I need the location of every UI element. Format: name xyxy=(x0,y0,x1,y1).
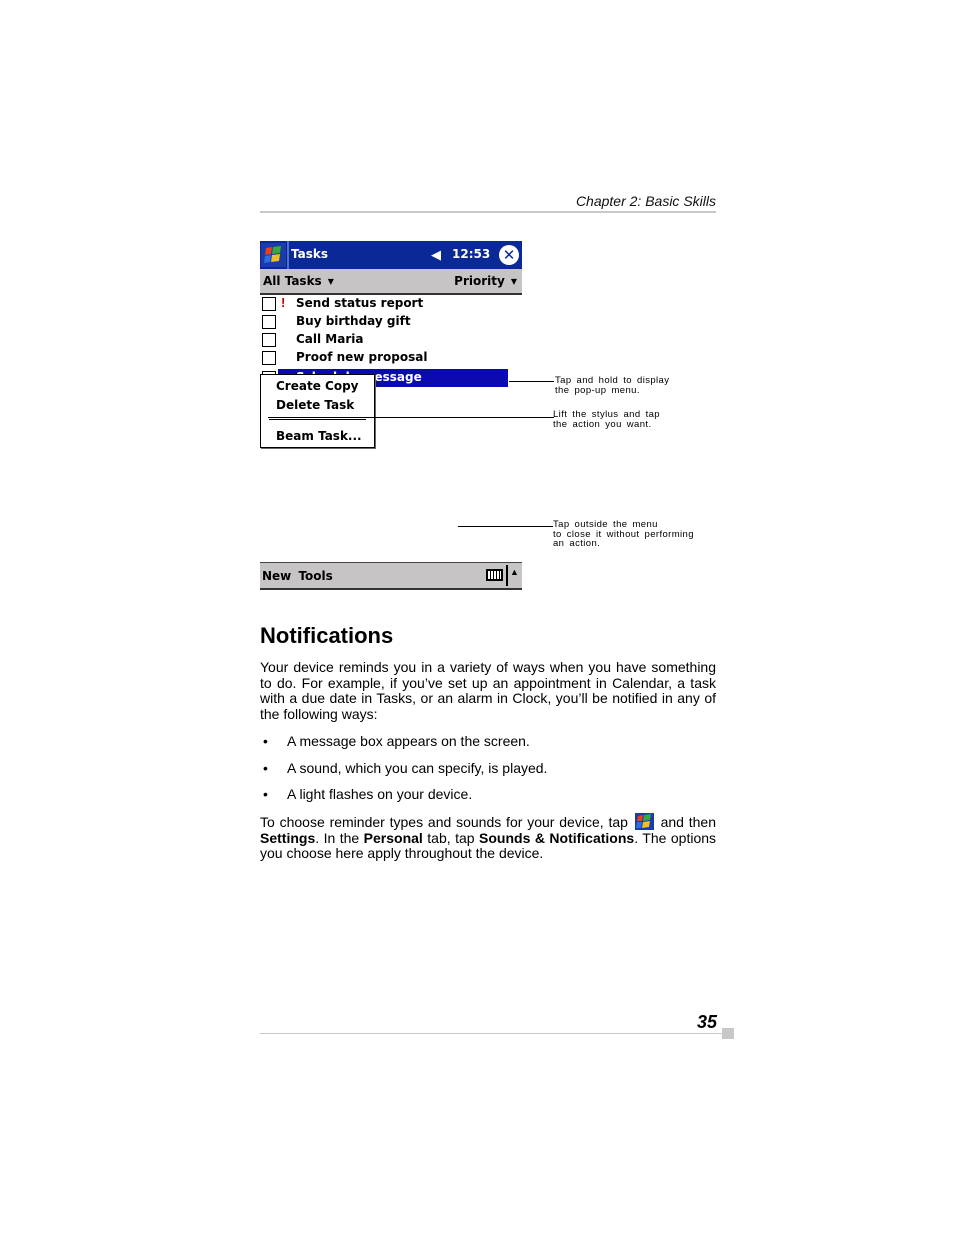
menu-separator xyxy=(269,419,366,420)
callout-text: the pop-up menu. xyxy=(555,384,640,396)
callout-lift-stylus: Lift the stylus and tap the action you w… xyxy=(553,410,660,429)
category-label: All Tasks xyxy=(263,274,322,288)
close-icon[interactable]: ✕ xyxy=(499,245,519,265)
speaker-icon[interactable]: ◀︎ xyxy=(431,247,441,263)
title-bar: Tasks ◀︎ 12:53 ✕ xyxy=(260,241,522,269)
chevron-down-icon: ▼ xyxy=(510,277,517,286)
keyboard-icon[interactable] xyxy=(486,569,503,581)
term-personal: Personal xyxy=(363,829,423,846)
callout-line xyxy=(458,526,553,527)
title-separator xyxy=(287,241,289,269)
callout-text: an action. xyxy=(553,538,601,549)
sort-dropdown[interactable]: Priority ▼ xyxy=(454,274,517,288)
callout-text: the action you want. xyxy=(553,418,652,430)
section-title: Notifications xyxy=(260,623,394,648)
menu-new-tools[interactable]: New Tools xyxy=(262,569,333,583)
intro-paragraph: Your device reminds you in a variety of … xyxy=(260,659,716,722)
windows-flag-icon[interactable] xyxy=(261,243,286,267)
task-checkbox[interactable] xyxy=(262,297,276,311)
task-checkbox[interactable] xyxy=(262,351,276,365)
term-sounds-notifications: Sounds & Notifications xyxy=(479,829,635,846)
callout-tap-hold: Tap and hold to display the pop-up menu. xyxy=(555,376,669,395)
text-run: . In the xyxy=(315,829,360,846)
app-title: Tasks xyxy=(291,247,329,261)
term-settings: Settings xyxy=(260,829,316,846)
task-label: Send status report xyxy=(296,296,424,310)
bullet-marker: • xyxy=(263,786,268,802)
bullet-marker: • xyxy=(263,760,268,776)
menu-bar: New Tools ▲ xyxy=(260,562,522,590)
high-priority-icon: ! xyxy=(281,295,286,310)
task-row[interactable]: Buy birthday gift xyxy=(260,313,522,331)
page-number: 35 xyxy=(696,1012,717,1032)
text-run: tab, tap xyxy=(427,829,475,846)
closing-paragraph: To choose reminder types and sounds for … xyxy=(260,813,716,862)
menu-item-create-copy[interactable]: Create Copy xyxy=(276,379,358,393)
pda-screen: Tasks ◀︎ 12:53 ✕ All Tasks ▼ Priority ▼ ! … xyxy=(260,241,522,590)
header-rule xyxy=(260,211,716,213)
task-checkbox[interactable] xyxy=(262,315,276,329)
task-row[interactable]: Call Maria xyxy=(260,331,522,349)
callout-tap-outside: Tap outside the menu to close it without… xyxy=(553,520,694,549)
category-dropdown[interactable]: All Tasks ▼ xyxy=(263,274,334,288)
task-row[interactable]: Proof new proposal xyxy=(260,349,522,367)
bullet-item: A light flashes on your device. xyxy=(287,786,473,802)
menu-item-delete-task[interactable]: Delete Task xyxy=(276,398,354,412)
bullet-item: A sound, which you can specify, is playe… xyxy=(287,760,548,776)
task-checkbox[interactable] xyxy=(262,333,276,347)
task-label: Proof new proposal xyxy=(296,350,428,364)
popup-menu: Create Copy Delete Task Beam Task... xyxy=(260,374,375,448)
clock[interactable]: 12:53 xyxy=(452,247,490,261)
text-run: To choose reminder types and sounds for … xyxy=(260,814,628,830)
arrow-up-icon[interactable]: ▲ xyxy=(510,567,519,577)
task-label: Buy birthday gift xyxy=(296,314,411,328)
bullet-item: A message box appears on the screen. xyxy=(287,733,530,749)
filter-bar: All Tasks ▼ Priority ▼ xyxy=(260,269,522,295)
menu-item-beam-task[interactable]: Beam Task... xyxy=(276,429,362,443)
sort-label: Priority xyxy=(454,274,505,288)
chapter-header: Chapter 2: Basic Skills xyxy=(575,193,716,209)
callout-line xyxy=(268,417,554,418)
task-label: Call Maria xyxy=(296,332,364,346)
menu-separator xyxy=(506,565,508,586)
footer-rule xyxy=(260,1033,722,1034)
text-run: and then xyxy=(660,814,717,830)
bullet-marker: • xyxy=(263,733,268,749)
callout-line xyxy=(509,381,554,382)
footer-marker xyxy=(722,1028,734,1039)
windows-flag-icon xyxy=(634,813,654,830)
chevron-down-icon: ▼ xyxy=(327,277,334,286)
task-row[interactable]: ! Send status report xyxy=(260,295,522,313)
